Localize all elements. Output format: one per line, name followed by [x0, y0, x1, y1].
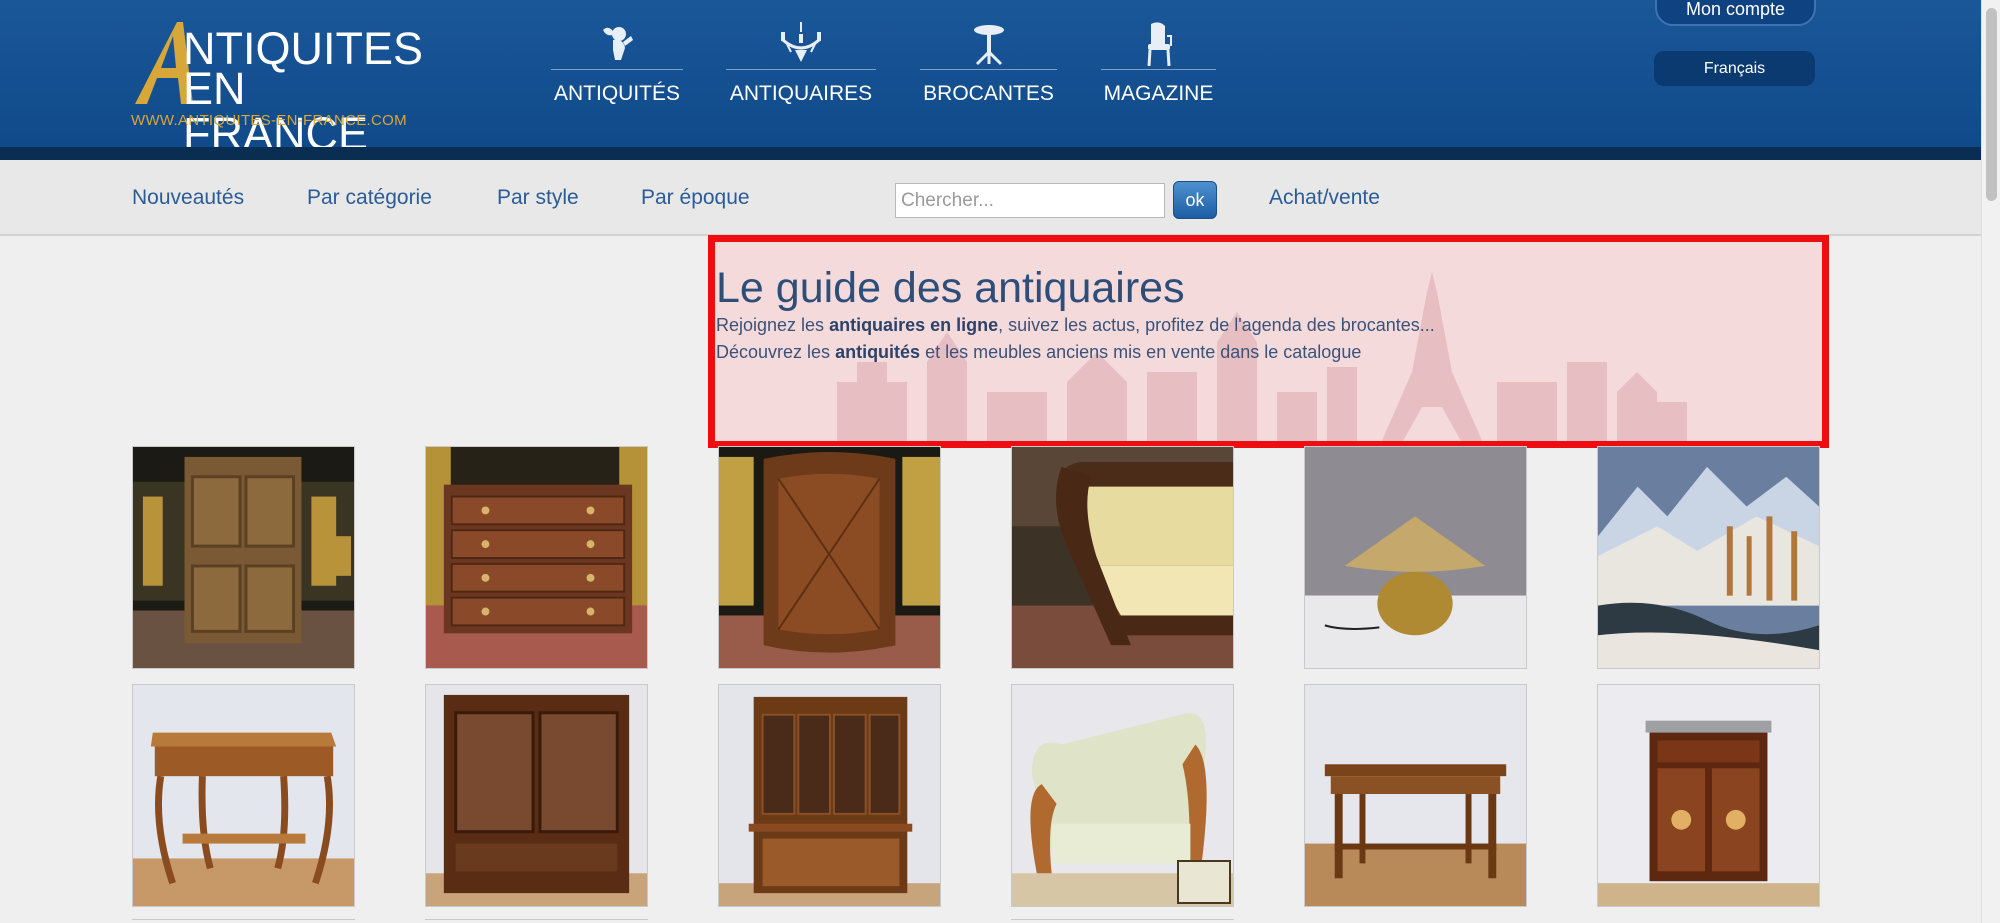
- guide-line-2-prefix: Découvrez les: [716, 342, 836, 362]
- logo-url: WWW.ANTIQUITES-EN-FRANCE.COM: [131, 112, 407, 129]
- next-row-card: [132, 919, 355, 923]
- site-logo[interactable]: NTIQUITES EN FRANCE WWW.ANTIQUITES-EN-FR…: [131, 22, 441, 156]
- subnav-par-style[interactable]: Par style: [497, 186, 579, 210]
- guide-title: Le guide des antiquaires: [716, 264, 1185, 312]
- account-button[interactable]: Mon compte: [1655, 0, 1816, 26]
- nav-label: ANTIQUITÉS: [553, 82, 680, 105]
- product-upholstered-armchair[interactable]: [1011, 684, 1234, 907]
- logo-line-2: EN FRANCE: [183, 63, 369, 159]
- nav-label: MAGAZINE: [1103, 82, 1214, 105]
- secondary-nav: Nouveautés Par catégorie Par style Par é…: [0, 160, 1981, 236]
- cabinet-image: [133, 447, 354, 668]
- painting-image: [1598, 447, 1819, 668]
- nav-label: ANTIQUAIRES: [729, 82, 873, 105]
- nav-divider: [551, 69, 683, 70]
- search-ok-button[interactable]: ok: [1173, 181, 1217, 219]
- subnav-achat-vente[interactable]: Achat/vente: [1269, 186, 1380, 210]
- nav-antiquaires[interactable]: ANTIQUAIRES: [726, 22, 876, 112]
- subnav-par-categorie[interactable]: Par catégorie: [307, 186, 432, 210]
- product-winter-landscape-painting[interactable]: [1597, 446, 1820, 669]
- nav-antiquites[interactable]: ANTIQUITÉS: [551, 22, 683, 112]
- language-selector[interactable]: Français: [1654, 51, 1815, 86]
- subnav-par-epoque[interactable]: Par époque: [641, 186, 750, 210]
- lamp-image: [1305, 447, 1526, 668]
- guide-line-1-suffix: , suivez les actus, profitez de l'agenda…: [998, 315, 1435, 335]
- pedestal-table-icon: [973, 25, 1004, 66]
- scrollbar-thumb[interactable]: [1986, 8, 1997, 201]
- corner-cabinet-image: [719, 447, 940, 668]
- nav-divider: [726, 69, 876, 70]
- search-input[interactable]: [895, 183, 1165, 218]
- product-chest-of-drawers[interactable]: [425, 446, 648, 669]
- guide-line-2: Découvrez les antiquités et les meubles …: [716, 342, 1361, 363]
- nav-divider: [1101, 69, 1216, 70]
- product-small-burl-cabinet[interactable]: [1597, 684, 1820, 907]
- link-antiquaires-en-ligne[interactable]: antiquaires en ligne: [829, 315, 998, 335]
- nav-brocantes[interactable]: BROCANTES: [920, 22, 1057, 112]
- product-bookcase-buffet[interactable]: [718, 684, 941, 907]
- small-cabinet-image: [1598, 685, 1819, 906]
- guide-line-1-prefix: Rejoignez les: [716, 315, 830, 335]
- product-glass-display-cabinet[interactable]: [425, 684, 648, 907]
- next-row-card: [425, 919, 648, 923]
- nav-label: BROCANTES: [923, 82, 1054, 105]
- thumbnail-badge: [1177, 860, 1231, 904]
- page-scrollbar[interactable]: [1981, 0, 2000, 923]
- nav-divider: [920, 69, 1057, 70]
- product-louis-xv-side-table[interactable]: [132, 684, 355, 907]
- table-image: [1305, 685, 1526, 906]
- guide-line-1: Rejoignez les antiquaires en ligne, suiv…: [716, 315, 1435, 336]
- cherub-icon: [603, 27, 633, 60]
- side-table-image: [133, 685, 354, 906]
- next-row-card: [1011, 919, 1234, 923]
- guide-line-2-suffix: et les meubles anciens mis en vente dans…: [920, 342, 1362, 362]
- guide-banner: Le guide des antiquaires Rejoignez les a…: [708, 235, 1829, 448]
- header-bottom-band: [0, 147, 1981, 160]
- chest-of-drawers-image: [426, 447, 647, 668]
- chair-icon: [1147, 22, 1172, 66]
- product-carved-wooden-cabinet[interactable]: [132, 446, 355, 669]
- product-round-corner-cabinet[interactable]: [718, 446, 941, 669]
- site-header: NTIQUITES EN FRANCE WWW.ANTIQUITES-EN-FR…: [0, 0, 1981, 156]
- link-antiquites[interactable]: antiquités: [835, 342, 920, 362]
- chandelier-icon: [781, 22, 821, 62]
- daybed-image: [1012, 447, 1233, 668]
- subnav-nouveautes[interactable]: Nouveautés: [132, 186, 244, 210]
- nav-magazine[interactable]: MAGAZINE: [1101, 22, 1216, 112]
- product-table-lamp[interactable]: [1304, 446, 1527, 669]
- product-carved-daybed[interactable]: [1011, 446, 1234, 669]
- product-farmhouse-table[interactable]: [1304, 684, 1527, 907]
- vitrine-image: [426, 685, 647, 906]
- bookcase-image: [719, 685, 940, 906]
